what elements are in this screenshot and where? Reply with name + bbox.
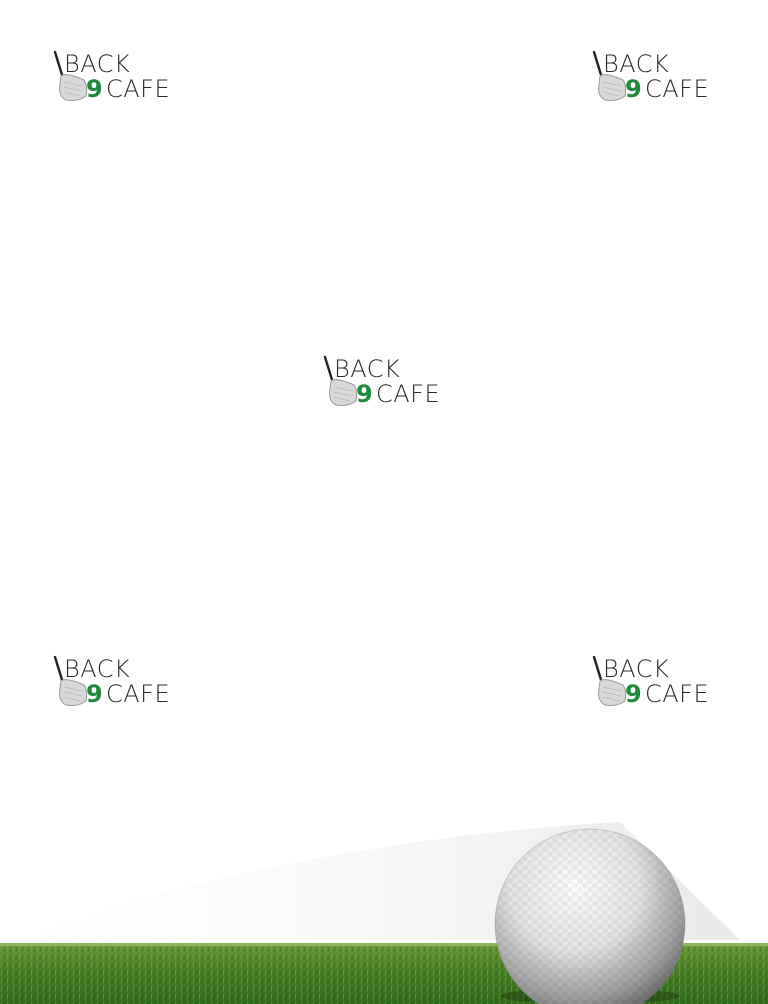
back9-cafe-logo: BACK 9 CAFE: [52, 655, 184, 711]
golf-scene-art: [0, 822, 768, 1004]
logo-word-back: BACK: [603, 50, 670, 78]
logo-word-cafe: CAFE: [645, 75, 710, 103]
logo-number-nine: 9: [625, 75, 643, 103]
back9-cafe-logo: BACK 9 CAFE: [322, 355, 454, 411]
golf-scene: [0, 800, 768, 1004]
logo-word-back: BACK: [334, 355, 401, 383]
letterhead-page: BACK 9 CAFE BACK 9 CAFE BACK 9 CAFE BACK: [0, 0, 768, 1004]
logo-word-cafe: CAFE: [645, 680, 710, 708]
back9-cafe-logo: BACK 9 CAFE: [52, 50, 184, 106]
back9-cafe-logo: BACK 9 CAFE: [591, 50, 723, 106]
logo-word-cafe: CAFE: [106, 75, 171, 103]
logo-word-back: BACK: [64, 50, 131, 78]
logo-word-cafe: CAFE: [106, 680, 171, 708]
back9-cafe-logo: BACK 9 CAFE: [591, 655, 723, 711]
logo-number-nine: 9: [356, 380, 374, 408]
logo-number-nine: 9: [625, 680, 643, 708]
logo-word-cafe: CAFE: [376, 380, 441, 408]
logo-number-nine: 9: [86, 75, 104, 103]
logo-number-nine: 9: [86, 680, 104, 708]
logo-word-back: BACK: [603, 655, 670, 683]
logo-word-back: BACK: [64, 655, 131, 683]
